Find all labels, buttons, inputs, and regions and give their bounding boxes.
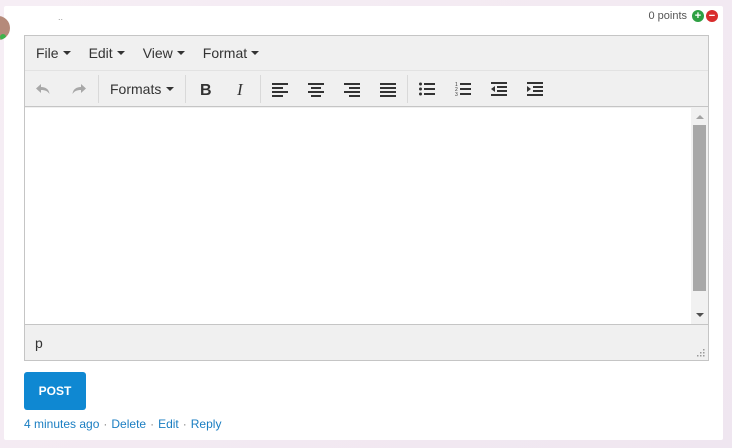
- menu-view-label: View: [142, 45, 173, 61]
- bullet-list-button[interactable]: [409, 74, 445, 104]
- editor-menubar: File Edit View Format: [25, 36, 708, 71]
- downvote-icon[interactable]: −: [706, 10, 718, 22]
- toolbar-divider: [407, 74, 409, 103]
- comment-card: .. 0 points + − File Edit View Format Fo…: [0, 6, 723, 440]
- formats-dropdown[interactable]: Formats: [100, 74, 184, 104]
- menu-edit-label: Edit: [88, 45, 113, 61]
- toolbar-divider: [185, 74, 187, 103]
- rich-text-editor: File Edit View Format Formats B I 1 2 3 …: [24, 35, 709, 361]
- italic-button[interactable]: I: [223, 74, 259, 104]
- italic-icon: I: [236, 81, 244, 97]
- menu-file[interactable]: File: [27, 45, 80, 61]
- numbered-list-button[interactable]: 123: [445, 74, 481, 104]
- svg-text:3: 3: [455, 92, 458, 97]
- points-label: 0 points: [648, 10, 687, 22]
- edit-link[interactable]: Edit: [158, 417, 179, 431]
- chevron-down-icon: [62, 51, 71, 55]
- comment-meta: 4 minutes ago · Delete · Edit · Reply: [24, 417, 221, 431]
- chevron-down-icon: [176, 51, 185, 55]
- align-right-button[interactable]: [334, 74, 370, 104]
- editor-scrollbar[interactable]: [691, 108, 708, 324]
- reply-link[interactable]: Reply: [191, 417, 222, 431]
- menu-view[interactable]: View: [134, 45, 194, 61]
- scrollbar-thumb[interactable]: [693, 125, 706, 291]
- element-path[interactable]: p: [35, 335, 43, 351]
- upvote-icon[interactable]: +: [692, 10, 704, 22]
- menu-file-label: File: [36, 45, 59, 61]
- resize-handle-icon[interactable]: [695, 347, 705, 357]
- timestamp-link[interactable]: 4 minutes ago: [24, 417, 99, 431]
- outdent-button[interactable]: [481, 74, 517, 104]
- align-right-icon: [344, 82, 361, 97]
- editor-content[interactable]: [25, 108, 708, 324]
- chevron-down-icon: [166, 86, 175, 91]
- editor-toolbar: Formats B I 1 2 3: [25, 71, 708, 107]
- bold-button[interactable]: B: [187, 74, 223, 104]
- align-left-icon: [272, 82, 289, 97]
- redo-icon: [72, 83, 86, 94]
- scroll-down-icon[interactable]: [696, 313, 704, 317]
- numbered-list-icon: 123: [455, 82, 472, 97]
- svg-text:B: B: [200, 82, 212, 97]
- menu-edit[interactable]: Edit: [80, 45, 134, 61]
- separator: ·: [103, 417, 108, 431]
- avatar[interactable]: [0, 16, 10, 40]
- chevron-down-icon: [116, 51, 125, 55]
- align-left-button[interactable]: [262, 74, 298, 104]
- svg-text:I: I: [236, 81, 244, 97]
- undo-icon: [36, 83, 50, 94]
- redo-button[interactable]: [61, 74, 97, 104]
- points-row: 0 points + −: [648, 10, 718, 22]
- chevron-down-icon: [251, 51, 260, 55]
- toolbar-divider: [260, 74, 262, 103]
- editor-statusbar: p: [25, 324, 708, 360]
- formats-label: Formats: [110, 80, 162, 97]
- menu-format-label: Format: [202, 45, 248, 61]
- align-center-icon: [308, 82, 325, 97]
- indent-button[interactable]: [517, 74, 553, 104]
- menu-format[interactable]: Format: [194, 45, 268, 61]
- post-button[interactable]: POST: [24, 372, 86, 410]
- separator: ·: [150, 417, 155, 431]
- indent-icon: [527, 81, 544, 96]
- align-center-button[interactable]: [298, 74, 334, 104]
- separator: ·: [182, 417, 187, 431]
- align-justify-button[interactable]: [370, 74, 406, 104]
- outdent-icon: [491, 81, 508, 96]
- delete-link[interactable]: Delete: [111, 417, 146, 431]
- bold-icon: B: [200, 82, 212, 97]
- align-justify-icon: [380, 82, 397, 97]
- undo-button[interactable]: [25, 74, 61, 104]
- author-name[interactable]: ..: [58, 12, 63, 22]
- bullet-list-icon: [419, 82, 436, 95]
- toolbar-divider: [98, 74, 99, 103]
- scroll-up-icon[interactable]: [696, 115, 704, 119]
